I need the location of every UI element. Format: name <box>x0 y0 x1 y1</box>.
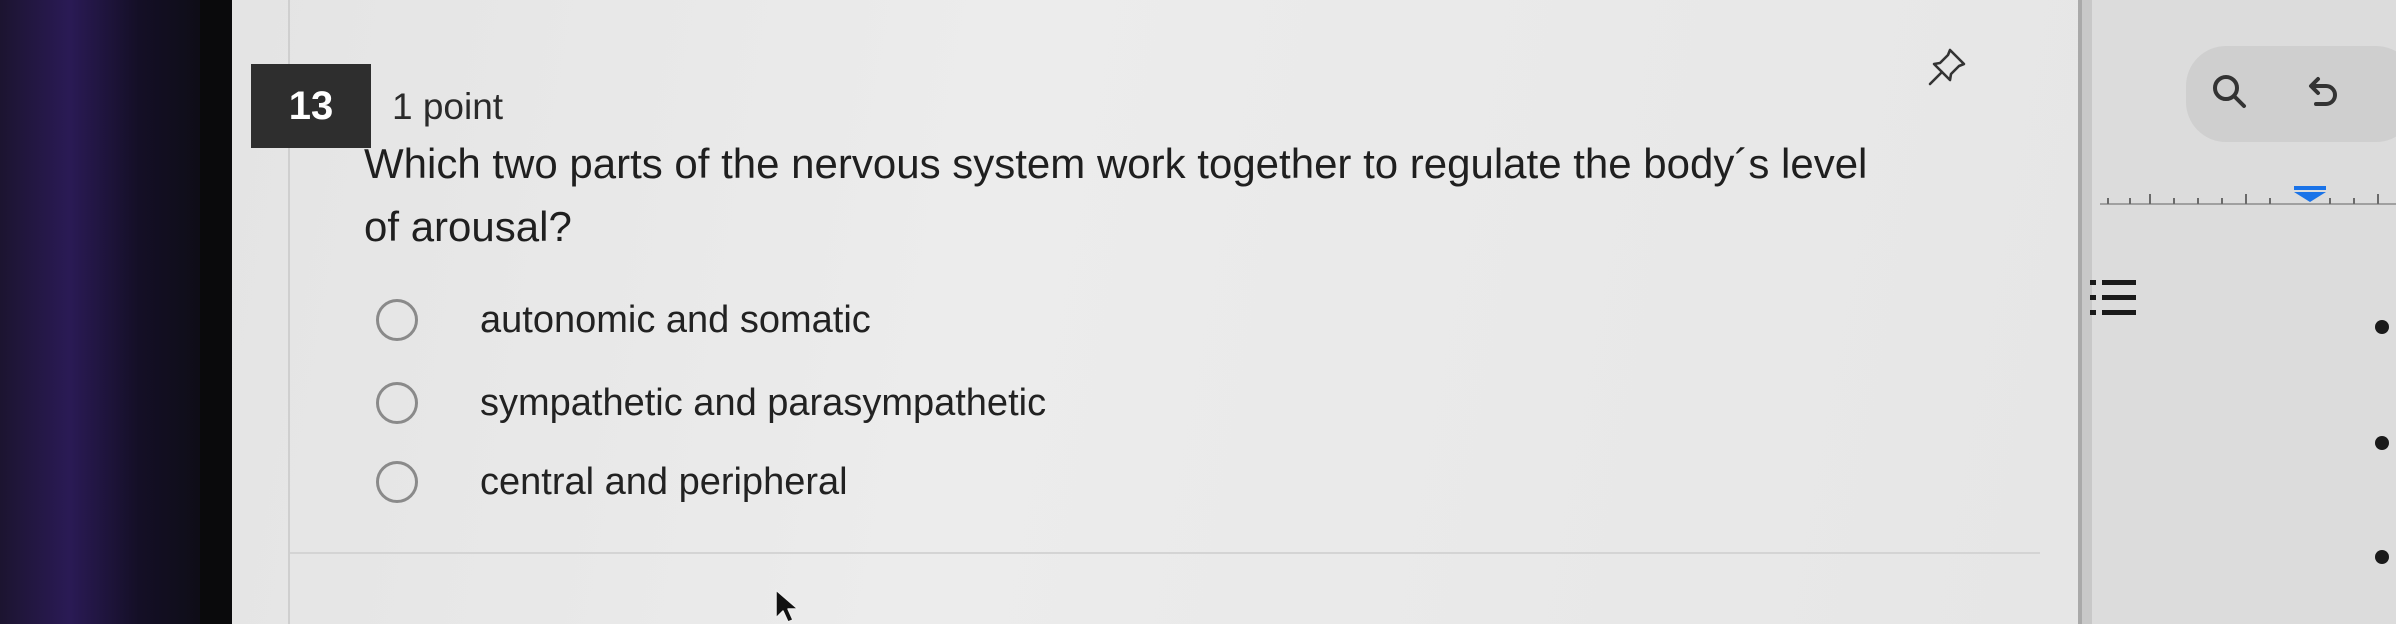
radio-button[interactable] <box>376 299 418 341</box>
option-label: central and peripheral <box>480 460 848 503</box>
list-bullet <box>2375 320 2389 334</box>
search-icon[interactable] <box>2206 68 2254 116</box>
docs-toolbar <box>2186 46 2396 142</box>
question-points: 1 point <box>392 86 504 127</box>
pin-icon[interactable] <box>1924 44 1970 90</box>
question-number-badge: 13 <box>251 64 371 148</box>
question-divider <box>290 552 2040 554</box>
option-label: autonomic and somatic <box>480 298 871 341</box>
screen-bezel <box>0 0 232 624</box>
list-bullet <box>2375 436 2389 450</box>
bezel-edge <box>200 0 232 624</box>
list-bullet <box>2375 550 2389 564</box>
bulleted-list-icon[interactable] <box>2090 276 2136 320</box>
ruler <box>2100 186 2396 205</box>
question-text: Which two parts of the nervous system wo… <box>364 140 1868 250</box>
undo-icon[interactable] <box>2298 70 2346 118</box>
mouse-cursor-icon <box>775 589 799 623</box>
option-autonomic-somatic[interactable]: autonomic and somatic <box>376 290 871 350</box>
radio-button[interactable] <box>376 382 418 424</box>
option-central-peripheral[interactable]: central and peripheral <box>376 452 848 512</box>
option-sympathetic-parasympathetic[interactable]: sympathetic and parasympathetic <box>376 373 1046 433</box>
option-label: sympathetic and parasympathetic <box>480 381 1047 424</box>
radio-button[interactable] <box>376 461 418 503</box>
